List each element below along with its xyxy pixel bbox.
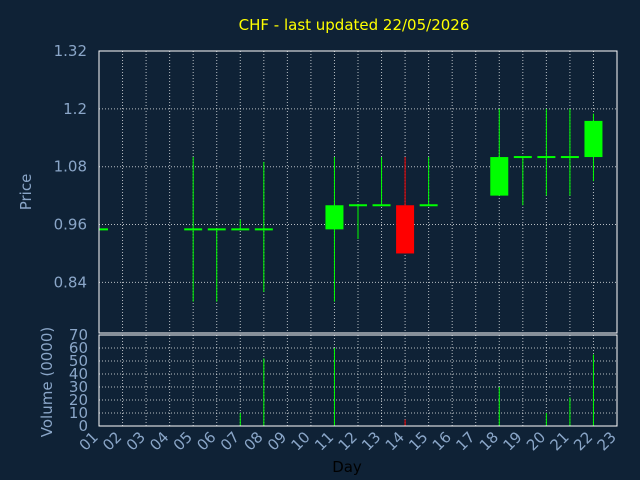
candle-body: [419, 204, 438, 207]
price-tick-label: 0.84: [54, 273, 87, 291]
price-tick-label: 1.08: [54, 158, 87, 176]
candlestick-chart: CHF - last updated 22/05/2026 0.84 0.96 1.…: [0, 0, 640, 480]
volume-axis-label: Volume (0000): [38, 327, 56, 437]
price-tick-label: 0.96: [54, 216, 87, 234]
candle-body: [372, 204, 391, 207]
candle-body: [513, 156, 532, 159]
candle-body: [490, 157, 509, 196]
candle-body: [396, 205, 415, 254]
price-tick-label: 1.32: [54, 42, 87, 60]
volume-tick-label: 70: [69, 326, 88, 344]
candle-body: [325, 205, 344, 230]
x-tick-labels: 0102030405060708091011121314151617181920…: [76, 428, 620, 454]
price-tick-label: 1.2: [63, 100, 87, 118]
chart-background: [0, 0, 640, 480]
candle-body: [254, 228, 273, 231]
volume-tick-labels: 010203040506070: [69, 326, 88, 435]
candle-body: [560, 156, 579, 159]
candle-body: [231, 228, 250, 231]
candle-body: [207, 228, 226, 231]
candle-body: [349, 204, 367, 207]
candle-body: [184, 228, 203, 231]
y-axis-label: Price: [17, 174, 35, 211]
chart-title: CHF - last updated 22/05/2026: [239, 16, 470, 34]
candle-body: [584, 120, 603, 158]
x-axis-label: Day: [332, 458, 362, 476]
candle-body: [99, 228, 108, 231]
candle-body: [537, 156, 556, 159]
